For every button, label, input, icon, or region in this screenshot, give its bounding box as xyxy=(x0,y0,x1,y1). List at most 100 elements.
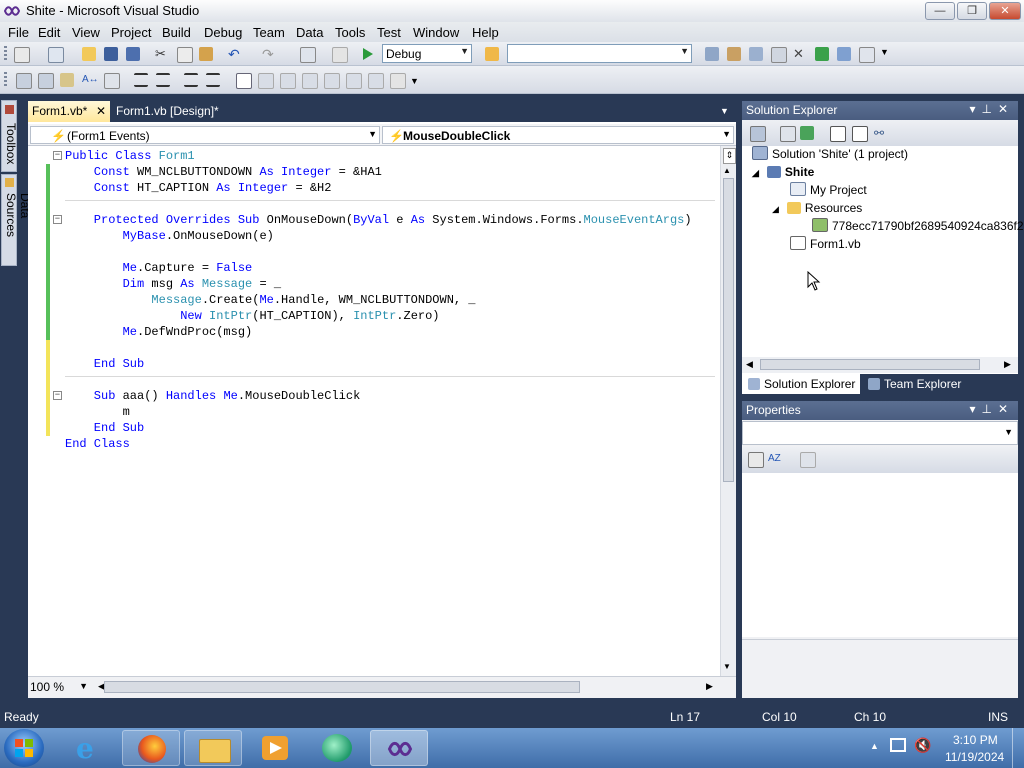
tree-item-solution[interactable]: Solution 'Shite' (1 project) xyxy=(752,145,908,163)
panel-window-buttons[interactable]: ▾⊥✕ xyxy=(969,402,1014,416)
extension-manager-icon[interactable] xyxy=(837,47,851,61)
toolbox-icon[interactable] xyxy=(771,47,787,63)
network-icon[interactable] xyxy=(890,738,906,752)
file-explorer-taskbar-button[interactable] xyxy=(184,730,242,766)
editor-vertical-scroll-thumb[interactable] xyxy=(723,178,734,482)
zoom-dropdown[interactable]: 100 % ▼ xyxy=(30,680,88,696)
quick-info-icon[interactable] xyxy=(60,73,74,87)
command-window-icon[interactable] xyxy=(859,47,875,63)
toolbar-overflow-icon[interactable]: ▼ xyxy=(410,76,419,86)
collapse-region-icon[interactable]: − xyxy=(53,151,62,160)
menu-help[interactable]: Help xyxy=(472,25,499,40)
menu-file[interactable]: File xyxy=(8,25,29,40)
code-line[interactable]: m xyxy=(65,404,130,420)
close-tab-icon[interactable]: ✕ xyxy=(96,101,106,122)
undo-icon[interactable]: ↶ xyxy=(228,47,242,61)
code-line[interactable]: End Sub xyxy=(65,356,144,372)
tree-item-project-shite[interactable]: ◢ Shite xyxy=(752,163,814,181)
tools-icon[interactable]: ✕ xyxy=(793,47,807,61)
scroll-left-arrow-icon[interactable]: ◀ xyxy=(746,359,753,370)
uncomment-lines-icon[interactable] xyxy=(206,73,220,87)
view-code-icon[interactable] xyxy=(830,126,846,142)
show-hidden-icons-icon[interactable]: ▲ xyxy=(870,741,879,751)
previous-bookmark-icon[interactable] xyxy=(258,73,274,89)
next-bookmark-in-folder-icon[interactable] xyxy=(324,73,340,89)
categorized-icon[interactable] xyxy=(748,452,764,468)
media-player-taskbar-button[interactable] xyxy=(246,730,304,766)
code-line[interactable]: New IntPtr(HT_CAPTION), IntPtr.Zero) xyxy=(65,308,439,324)
code-line[interactable]: Me.DefWndProc(msg) xyxy=(65,324,253,340)
collapse-arrow-icon[interactable]: ◢ xyxy=(772,204,779,214)
code-line[interactable]: Public Class Form1 xyxy=(65,148,195,164)
save-icon[interactable] xyxy=(104,47,118,61)
code-line[interactable]: End Class xyxy=(65,436,130,452)
menu-build[interactable]: Build xyxy=(162,25,191,40)
decrease-indent-icon[interactable] xyxy=(134,73,148,87)
code-line[interactable]: Message.Create(Me.Handle, WM_NCLBUTTONDO… xyxy=(65,292,475,308)
toolbox-tab[interactable]: Toolbox xyxy=(1,100,18,172)
start-debugging-icon[interactable] xyxy=(362,48,374,60)
navigate-forward-icon[interactable] xyxy=(332,47,348,63)
start-page-icon[interactable] xyxy=(815,47,829,61)
method-name-dropdown[interactable]: ⚡ MouseDoubleClick ▼ xyxy=(382,126,734,144)
property-pages-icon[interactable] xyxy=(800,452,816,468)
scroll-right-arrow-icon[interactable]: ▶ xyxy=(1004,359,1011,370)
app-taskbar-button[interactable] xyxy=(308,730,366,766)
toolbar-grip[interactable] xyxy=(4,46,7,62)
toolbar-overflow-icon[interactable]: ▼ xyxy=(880,47,889,57)
menu-test[interactable]: Test xyxy=(377,25,401,40)
new-project-icon[interactable] xyxy=(14,47,30,63)
code-line[interactable]: End Sub xyxy=(65,420,144,436)
properties-window-icon[interactable] xyxy=(727,47,741,61)
code-text-area[interactable]: Public Class Form1 Const WM_NCLBUTTONDOW… xyxy=(28,146,720,676)
minimize-button[interactable]: — xyxy=(925,2,955,20)
menu-debug[interactable]: Debug xyxy=(204,25,242,40)
solution-explorer-horizontal-scroll-thumb[interactable] xyxy=(760,359,980,370)
tree-item-form1-vb[interactable]: Form1.vb xyxy=(790,235,861,253)
paste-icon[interactable] xyxy=(199,47,213,61)
code-line[interactable]: Protected Overrides Sub OnMouseDown(ByVa… xyxy=(65,212,692,228)
object-browser-icon[interactable] xyxy=(749,47,763,61)
find-combo-dropdown[interactable]: ▼ xyxy=(507,44,692,63)
internet-explorer-taskbar-button[interactable]: e xyxy=(62,730,120,766)
solution-explorer-horizontal-scrollbar[interactable]: ◀ ▶ xyxy=(742,357,1018,373)
maximize-button[interactable]: ❐ xyxy=(957,2,987,20)
tab-form1-design[interactable]: Form1.vb [Design]* xyxy=(112,101,232,122)
code-line[interactable]: Me.Capture = False xyxy=(65,260,253,276)
tab-team-explorer[interactable]: Team Explorer xyxy=(862,374,972,394)
copy-icon[interactable] xyxy=(177,47,193,63)
solution-configuration-dropdown[interactable]: Debug ▼ xyxy=(382,44,472,63)
menu-edit[interactable]: Edit xyxy=(38,25,60,40)
tab-form1-vb[interactable]: Form1.vb* ✕ xyxy=(28,101,110,122)
parameter-info-icon[interactable] xyxy=(38,73,54,89)
tree-item-resources[interactable]: ◢ Resources xyxy=(772,199,862,217)
close-button[interactable]: ✕ xyxy=(989,2,1021,20)
menu-window[interactable]: Window xyxy=(413,25,459,40)
firefox-taskbar-button[interactable] xyxy=(122,730,180,766)
display-object-member-list-icon[interactable] xyxy=(16,73,32,89)
collapse-arrow-icon[interactable]: ◢ xyxy=(752,168,759,178)
collapse-region-icon[interactable]: − xyxy=(53,391,62,400)
class-name-dropdown[interactable]: ⚡ (Form1 Events) ▼ xyxy=(30,126,380,144)
editor-horizontal-scrollbar[interactable]: ◀ ▶ xyxy=(98,681,738,695)
code-line[interactable]: MyBase.OnMouseDown(e) xyxy=(65,228,274,244)
tab-solution-explorer[interactable]: Solution Explorer xyxy=(742,374,860,394)
tree-item-resource-image[interactable]: 778ecc71790bf2689540924ca836f2bf xyxy=(812,217,1024,235)
view-designer-icon[interactable] xyxy=(852,126,868,142)
collapse-region-icon[interactable]: − xyxy=(53,215,62,224)
save-all-icon[interactable] xyxy=(126,47,140,61)
class-diagram-icon[interactable]: ⚯ xyxy=(874,126,888,140)
clock-time[interactable]: 3:10 PM xyxy=(953,733,998,747)
code-line[interactable]: Const HT_CAPTION As Integer = &H2 xyxy=(65,180,332,196)
scroll-down-arrow-icon[interactable]: ▼ xyxy=(723,662,731,671)
code-line[interactable]: Dim msg As Message = _ xyxy=(65,276,281,292)
data-sources-tab[interactable]: Data Sources xyxy=(1,174,32,266)
increase-indent-icon[interactable] xyxy=(156,73,170,87)
properties-grid[interactable] xyxy=(742,473,1018,637)
volume-muted-icon[interactable]: 🔇 xyxy=(914,737,931,754)
scroll-right-arrow-icon[interactable]: ▶ xyxy=(706,681,713,692)
toolbar-grip[interactable] xyxy=(4,72,7,88)
next-bookmark-in-document-icon[interactable] xyxy=(368,73,384,89)
panel-window-buttons[interactable]: ▾⊥✕ xyxy=(969,102,1014,116)
show-desktop-button[interactable] xyxy=(1012,728,1024,768)
